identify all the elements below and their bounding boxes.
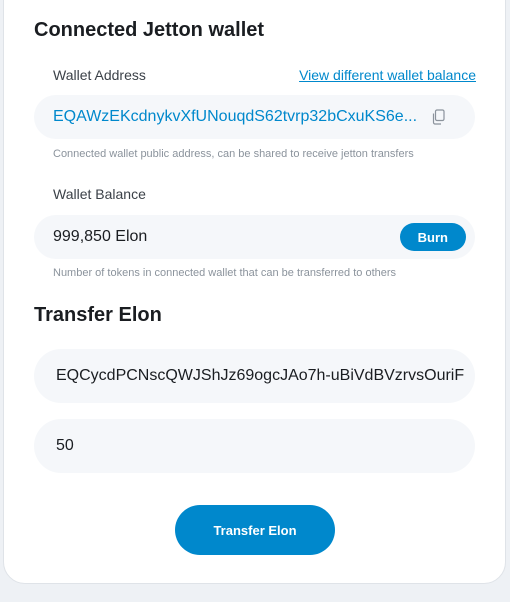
wallet-balance-field: 999,850 Elon Burn bbox=[34, 215, 475, 259]
wallet-balance-label: Wallet Balance bbox=[53, 186, 146, 202]
wallet-balance-value: 999,850 Elon bbox=[53, 228, 148, 245]
view-different-wallet-link[interactable]: View different wallet balance bbox=[299, 67, 476, 83]
burn-button[interactable]: Burn bbox=[399, 223, 466, 251]
wallet-section-title: Connected Jetton wallet bbox=[34, 19, 265, 41]
copy-icon[interactable] bbox=[431, 109, 445, 125]
amount-field bbox=[34, 419, 475, 473]
transfer-section-title: Transfer Elon bbox=[34, 304, 162, 326]
recipient-address-input[interactable] bbox=[56, 349, 474, 403]
wallet-address-helper: Connected wallet public address, can be … bbox=[53, 148, 414, 160]
wallet-address-field: EQAWzEKcdnykvXfUNouqdS62tvrp32bCxuKS6e..… bbox=[34, 95, 475, 139]
jetton-wallet-card bbox=[3, 0, 506, 584]
wallet-address-value[interactable]: EQAWzEKcdnykvXfUNouqdS62tvrp32bCxuKS6e..… bbox=[53, 108, 417, 126]
recipient-address-field bbox=[34, 349, 475, 403]
wallet-balance-helper: Number of tokens in connected wallet tha… bbox=[53, 267, 397, 279]
amount-input[interactable] bbox=[56, 419, 474, 473]
transfer-button[interactable]: Transfer Elon bbox=[175, 505, 335, 555]
wallet-address-label: Wallet Address bbox=[53, 67, 146, 83]
